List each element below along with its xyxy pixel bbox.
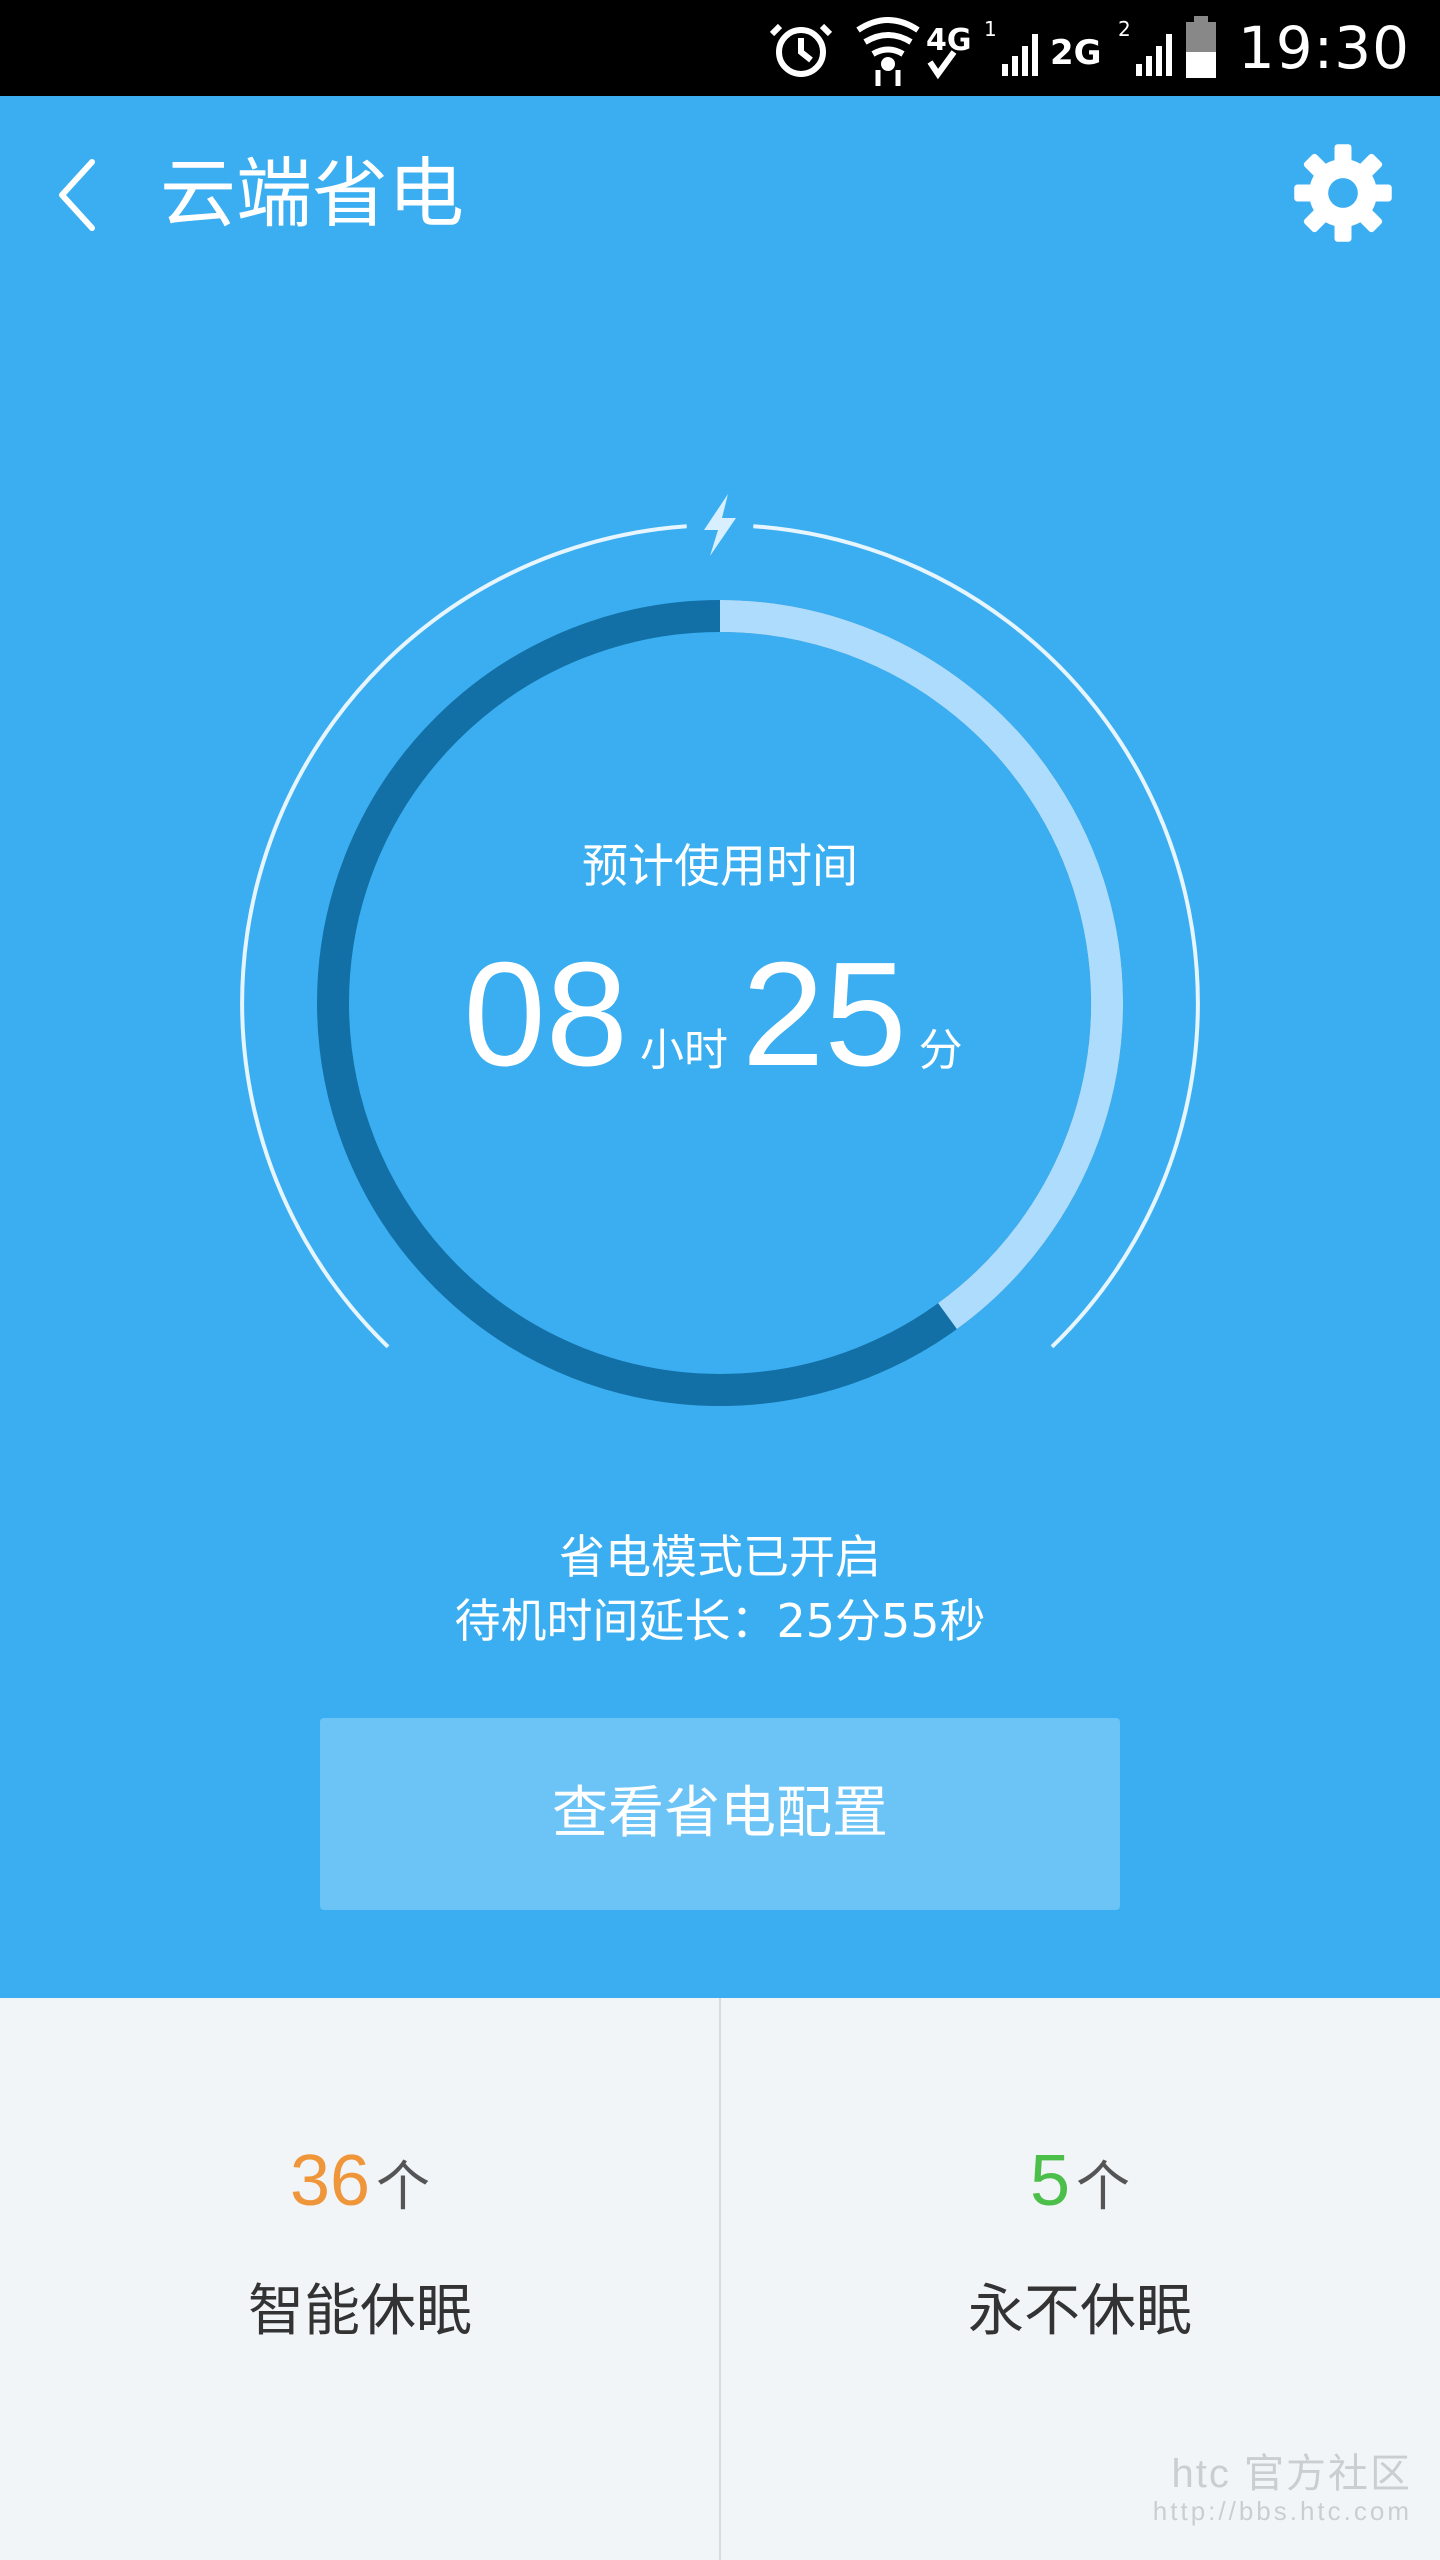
minutes-unit: 分 bbox=[918, 1025, 963, 1076]
page-title: 云端省电 bbox=[160, 149, 464, 238]
gauge-label: 预计使用时间 bbox=[582, 839, 858, 893]
gear-icon[interactable] bbox=[1290, 140, 1396, 246]
alarm-icon bbox=[769, 23, 833, 77]
mode-status: 省电模式已开启 待机时间延长：25分55秒 bbox=[0, 1525, 1440, 1653]
2g-icon: 2G bbox=[1050, 33, 1102, 73]
never-sleep-count-row: 5个 bbox=[720, 2133, 1440, 2235]
signal-icon: 1 bbox=[984, 17, 1038, 76]
count-unit: 个 bbox=[376, 2155, 431, 2218]
4g-icon: 4G bbox=[926, 23, 972, 80]
back-icon[interactable] bbox=[52, 150, 112, 240]
estimated-time: 08 小时 25 分 bbox=[0, 935, 1440, 1095]
wifi-icon bbox=[856, 17, 920, 86]
lightning-icon bbox=[704, 494, 736, 556]
smart-sleep-label: 智能休眠 bbox=[248, 2279, 472, 2344]
mode-enabled-text: 省电模式已开启 bbox=[559, 1530, 881, 1584]
view-config-button[interactable]: 查看省电配置 bbox=[320, 1718, 1120, 1910]
smart-sleep-count-row: 36 个 bbox=[0, 2133, 720, 2235]
svg-text:4G: 4G bbox=[926, 23, 972, 58]
hours-unit: 小时 bbox=[640, 1025, 728, 1076]
battery-icon bbox=[1186, 16, 1216, 78]
svg-text:1: 1 bbox=[984, 17, 997, 41]
watermark: htc 官方社区 http://bbs.htc.com bbox=[1153, 2452, 1412, 2526]
svg-text:2: 2 bbox=[1118, 17, 1131, 41]
count-unit: 个 bbox=[1076, 2155, 1131, 2218]
standby-extension-text: 待机时间延长：25分55秒 bbox=[454, 1594, 986, 1648]
never-sleep-label: 永不休眠 bbox=[968, 2279, 1192, 2344]
smart-sleep-card[interactable]: 36 个 智能休眠 bbox=[0, 1998, 720, 2560]
status-bar: 4G 1 2G 2 19:30 bbox=[0, 0, 1440, 96]
watermark-brand: htc 官方社区 bbox=[1171, 2452, 1412, 2496]
hours-value: 08 bbox=[463, 932, 628, 1097]
watermark-url: http://bbs.htc.com bbox=[1152, 2496, 1412, 2526]
svg-text:2G: 2G bbox=[1050, 33, 1102, 73]
never-sleep-count: 5 bbox=[1029, 2141, 1071, 2221]
status-time: 19:30 bbox=[1237, 14, 1410, 82]
minutes-value: 25 bbox=[742, 932, 907, 1097]
signal-icon: 2 bbox=[1118, 17, 1172, 76]
smart-sleep-count: 36 bbox=[289, 2141, 371, 2221]
